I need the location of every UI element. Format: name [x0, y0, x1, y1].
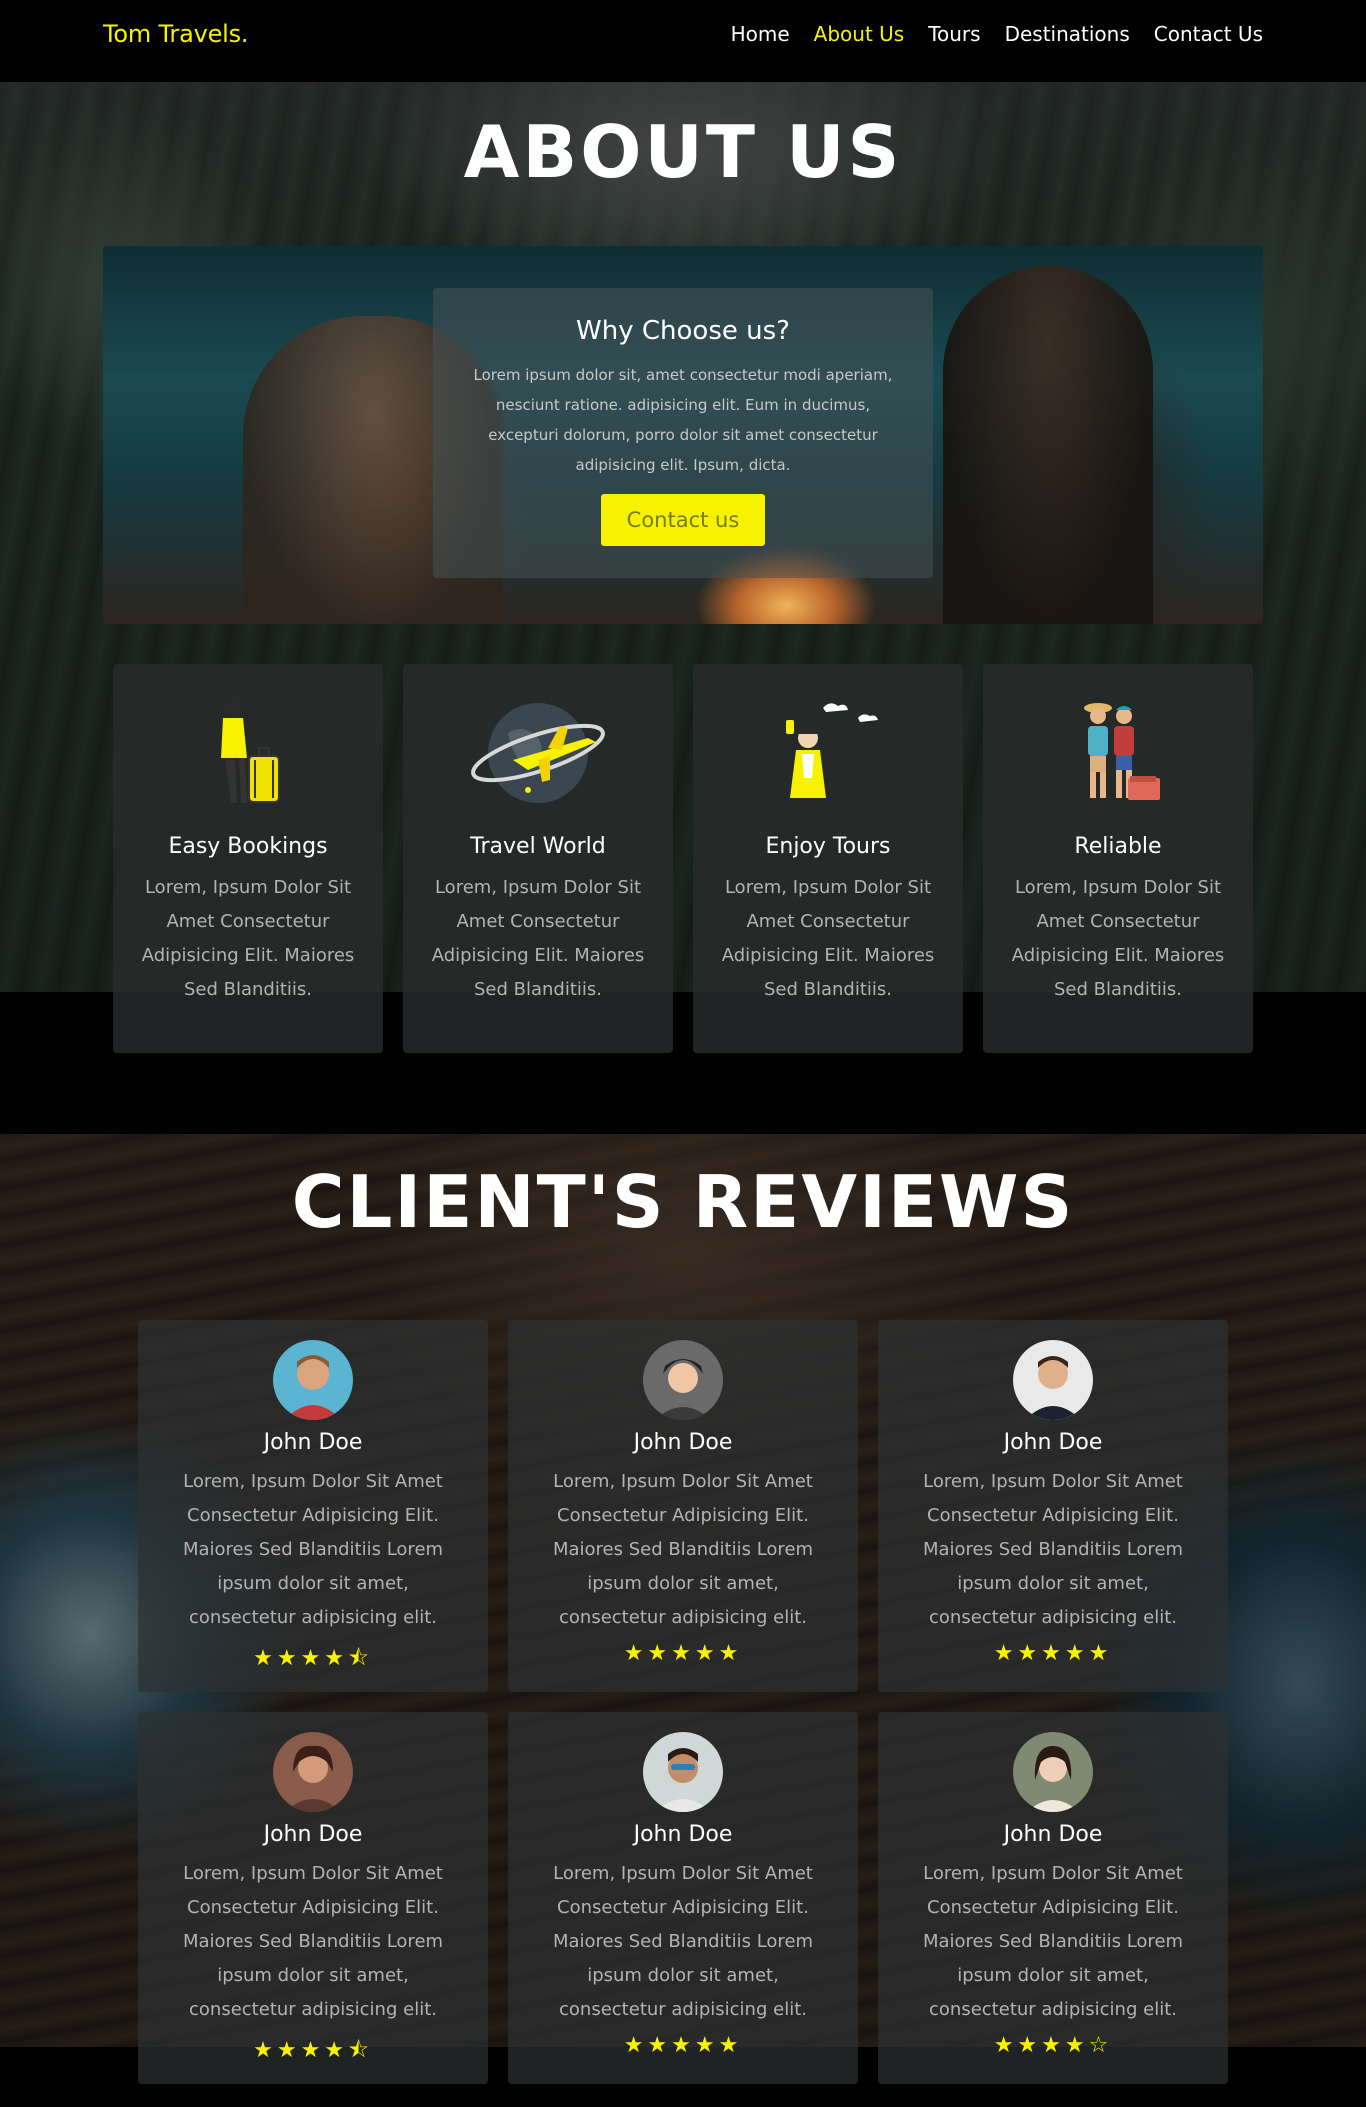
about-hero-image: Why Choose us? Lorem ipsum dolor sit, am… [103, 246, 1263, 624]
review-card: John Doe Lorem, Ipsum Dolor Sit Amet Con… [138, 1320, 488, 1692]
feature-card: Travel World Lorem, Ipsum Dolor Sit Amet… [403, 664, 673, 1053]
star-rating: ★★★★★ [993, 1641, 1113, 1666]
review-text: Lorem, Ipsum Dolor Sit Amet Consectetur … [552, 1471, 814, 1628]
globe-airplane-icon [471, 703, 605, 803]
why-choose-box: Why Choose us? Lorem ipsum dolor sit, am… [433, 288, 933, 578]
avatar [273, 1732, 353, 1812]
review-card: John Doe Lorem, Ipsum Dolor Sit Amet Con… [878, 1320, 1228, 1692]
star-rating: ★★★★⯪ [253, 1646, 373, 1671]
review-card: John Doe Lorem, Ipsum Dolor Sit Amet Con… [878, 1712, 1228, 2084]
feature-card: Enjoy Tours Lorem, Ipsum Dolor Sit Amet … [693, 664, 963, 1053]
review-text: Lorem, Ipsum Dolor Sit Amet Consectetur … [922, 1863, 1184, 2020]
feature-text: Lorem, Ipsum Dolor Sit Amet Consectetur … [141, 877, 355, 1000]
feature-title: Enjoy Tours [765, 834, 891, 859]
main-menu: Home About Us Tours Destinations Contact… [731, 22, 1263, 46]
nav-link-destinations[interactable]: Destinations [1005, 22, 1130, 46]
avatar [643, 1732, 723, 1812]
why-choose-title: Why Choose us? [576, 316, 790, 346]
review-text: Lorem, Ipsum Dolor Sit Amet Consectetur … [922, 1471, 1184, 1628]
review-name: John Doe [1003, 1822, 1103, 1847]
hero-person-right [943, 266, 1153, 624]
feature-text: Lorem, Ipsum Dolor Sit Amet Consectetur … [721, 877, 935, 1000]
star-rating: ★★★★☆ [993, 2033, 1113, 2058]
navbar: Tom Travels. Home About Us Tours Destina… [0, 0, 1366, 82]
contact-us-button[interactable]: Contact us [601, 494, 765, 546]
feature-text: Lorem, Ipsum Dolor Sit Amet Consectetur … [431, 877, 645, 1000]
feature-title: Travel World [470, 834, 606, 859]
review-card: John Doe Lorem, Ipsum Dolor Sit Amet Con… [508, 1712, 858, 2084]
star-rating: ★★★★★ [623, 1641, 743, 1666]
avatar [1013, 1732, 1093, 1812]
brand-logo[interactable]: Tom Travels. [103, 20, 249, 48]
nav-link-home[interactable]: Home [731, 22, 790, 46]
why-choose-text: Lorem ipsum dolor sit, amet consectetur … [473, 366, 893, 474]
review-name: John Doe [633, 1822, 733, 1847]
travel-couple-icon [1084, 703, 1160, 800]
star-rating: ★★★★⯪ [253, 2038, 373, 2063]
about-title: ABOUT US [463, 110, 903, 194]
feature-card: Reliable Lorem, Ipsum Dolor Sit Amet Con… [983, 664, 1253, 1053]
feature-text: Lorem, Ipsum Dolor Sit Amet Consectetur … [1011, 877, 1225, 1000]
avatar [1013, 1340, 1093, 1420]
review-text: Lorem, Ipsum Dolor Sit Amet Consectetur … [182, 1863, 444, 2020]
review-text: Lorem, Ipsum Dolor Sit Amet Consectetur … [182, 1471, 444, 1628]
reviews-grid: John Doe Lorem, Ipsum Dolor Sit Amet Con… [138, 1320, 1228, 2084]
review-name: John Doe [263, 1430, 363, 1455]
nav-link-contact-us[interactable]: Contact Us [1154, 22, 1263, 46]
feature-card: Easy Bookings Lorem, Ipsum Dolor Sit Ame… [113, 664, 383, 1053]
star-rating: ★★★★★ [623, 2033, 743, 2058]
selfie-tourist-icon [786, 703, 878, 798]
features-row: Easy Bookings Lorem, Ipsum Dolor Sit Ame… [113, 664, 1253, 1053]
reviews-title: CLIENT'S REVIEWS [291, 1160, 1075, 1244]
feature-title: Easy Bookings [168, 834, 328, 859]
review-name: John Doe [263, 1822, 363, 1847]
avatar [643, 1340, 723, 1420]
traveler-luggage-icon [221, 699, 280, 803]
review-name: John Doe [633, 1430, 733, 1455]
nav-link-about-us[interactable]: About Us [814, 22, 905, 46]
feature-title: Reliable [1074, 834, 1162, 859]
review-card: John Doe Lorem, Ipsum Dolor Sit Amet Con… [508, 1320, 858, 1692]
review-card: John Doe Lorem, Ipsum Dolor Sit Amet Con… [138, 1712, 488, 2084]
avatar [273, 1340, 353, 1420]
nav-link-tours[interactable]: Tours [928, 22, 980, 46]
review-text: Lorem, Ipsum Dolor Sit Amet Consectetur … [552, 1863, 814, 2020]
review-name: John Doe [1003, 1430, 1103, 1455]
